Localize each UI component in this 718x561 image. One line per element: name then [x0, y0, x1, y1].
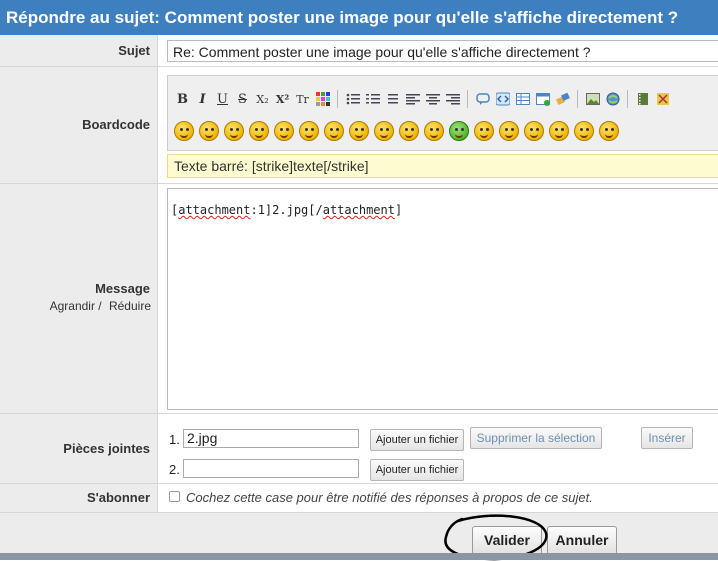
message-label: Message — [95, 281, 150, 296]
subject-row: Sujet Re: Comment poster une image pour … — [0, 35, 718, 67]
toolbar-divider — [337, 90, 338, 108]
boardcode-cell: B I U S X₂ X² Tr Texte barré: [strike]te… — [159, 67, 718, 183]
strike-button[interactable]: S — [234, 90, 251, 108]
attachments-row: Pièces jointes 1. 2.jpg Ajouter un fichi… — [0, 414, 718, 484]
superscript-label: X² — [275, 92, 290, 106]
subject-cell: Re: Comment poster une image pour qu'ell… — [159, 35, 718, 66]
remove-selection-button[interactable]: Supprimer la sélection — [470, 427, 602, 449]
add-file-button-1[interactable]: Ajouter un fichier — [370, 429, 464, 451]
smiley-icon[interactable] — [299, 121, 319, 141]
subscript-button[interactable]: X₂ — [254, 90, 271, 108]
attachment-index-1: 1. — [169, 432, 180, 447]
boardcode-toolbar: B I U S X₂ X² Tr — [167, 75, 718, 151]
msg-bracket: ] — [394, 203, 403, 217]
message-textarea[interactable]: [attachment:1]2.jpg[/attachment] — [167, 188, 718, 410]
underline-button[interactable]: U — [214, 90, 231, 108]
resize-grow-link[interactable]: Agrandir / — [50, 299, 102, 313]
align-left-icon[interactable] — [404, 90, 421, 108]
underline-label: U — [217, 91, 228, 107]
toolbar-divider — [577, 90, 578, 108]
toolbar-divider — [627, 90, 628, 108]
subscript-label: X₂ — [256, 92, 269, 106]
smiley-icon[interactable] — [549, 121, 569, 141]
smiley-icon[interactable] — [174, 121, 194, 141]
bold-button[interactable]: B — [174, 90, 191, 108]
bold-label: B — [177, 91, 188, 107]
resize-links: Agrandir / Réduire — [0, 299, 151, 313]
subscribe-row: S'abonner Cochez cette case pour être no… — [0, 484, 718, 513]
subject-label: Sujet — [0, 35, 158, 66]
smiley-icon[interactable] — [599, 121, 619, 141]
resize-shrink-link[interactable]: Réduire — [109, 299, 151, 313]
flash-icon[interactable] — [654, 90, 671, 108]
footer-bar — [0, 553, 718, 560]
attachment-index-2: 2. — [169, 462, 180, 477]
smiley-icon[interactable] — [349, 121, 369, 141]
color-grid-icon[interactable] — [314, 90, 331, 108]
font-size-label: Tr — [296, 92, 309, 106]
web-image-icon[interactable] — [604, 90, 621, 108]
insert-button[interactable]: Insérer — [641, 427, 693, 449]
italic-label: I — [199, 91, 206, 107]
quote-icon[interactable] — [474, 90, 491, 108]
page-title: Répondre au sujet: Comment poster une im… — [6, 8, 679, 27]
subscribe-cell: Cochez cette case pour être notifié des … — [159, 484, 718, 512]
smiley-icon[interactable] — [399, 121, 419, 141]
numbered-list-icon[interactable] — [364, 90, 381, 108]
window-icon[interactable] — [534, 90, 551, 108]
boardcode-label: Boardcode — [0, 67, 158, 183]
superscript-button[interactable]: X² — [274, 90, 291, 108]
boardcode-row: Boardcode B I U S X₂ X² Tr Texte barré: … — [0, 67, 718, 184]
smiley-icon[interactable] — [249, 121, 269, 141]
smiley-icon[interactable] — [524, 121, 544, 141]
link-icon[interactable] — [554, 90, 571, 108]
message-row: Message Agrandir / Réduire [attachment:1… — [0, 184, 718, 414]
smiley-icon[interactable] — [574, 121, 594, 141]
smiley-bar — [174, 120, 619, 142]
align-right-icon[interactable] — [444, 90, 461, 108]
attachments-label: Pièces jointes — [0, 414, 158, 483]
attachment-file-input-2[interactable] — [183, 459, 359, 478]
smiley-icon[interactable] — [449, 121, 469, 141]
smiley-icon[interactable] — [224, 121, 244, 141]
video-icon[interactable] — [634, 90, 651, 108]
attachment-file-input-1[interactable]: 2.jpg — [183, 429, 359, 448]
smiley-icon[interactable] — [199, 121, 219, 141]
italic-button[interactable]: I — [194, 90, 211, 108]
cancel-button[interactable]: Annuler — [547, 526, 617, 555]
smiley-icon[interactable] — [374, 121, 394, 141]
smiley-icon[interactable] — [324, 121, 344, 141]
message-cell: [attachment:1]2.jpg[/attachment] — [159, 184, 718, 413]
msg-tag: attachment — [322, 203, 395, 217]
subject-input[interactable]: Re: Comment poster une image pour qu'ell… — [167, 40, 718, 62]
format-toolbar: B I U S X₂ X² Tr — [174, 88, 671, 110]
page-header: Répondre au sujet: Comment poster une im… — [0, 0, 718, 35]
smiley-icon[interactable] — [474, 121, 494, 141]
toolbar-divider — [467, 90, 468, 108]
add-file-button-2[interactable]: Ajouter un fichier — [370, 459, 464, 481]
code-icon[interactable] — [494, 90, 511, 108]
bullet-list-icon[interactable] — [344, 90, 361, 108]
boardcode-hint: Texte barré: [strike]texte[/strike] — [167, 154, 718, 178]
smiley-icon[interactable] — [424, 121, 444, 141]
align-center-icon[interactable] — [424, 90, 441, 108]
attachments-cell: 1. 2.jpg Ajouter un fichier Supprimer la… — [159, 414, 718, 483]
msg-middle: :1]2.jpg[/ — [250, 203, 323, 217]
smiley-icon[interactable] — [274, 121, 294, 141]
strike-label: S — [238, 91, 247, 107]
font-size-button[interactable]: Tr — [294, 90, 311, 108]
image-icon[interactable] — [584, 90, 601, 108]
subscribe-checkbox[interactable] — [169, 491, 180, 502]
subscribe-label: S'abonner — [0, 484, 158, 512]
list-item-icon[interactable] — [384, 90, 401, 108]
subscribe-note: Cochez cette case pour être notifié des … — [186, 490, 593, 505]
table-icon[interactable] — [514, 90, 531, 108]
msg-tag: attachment — [178, 203, 251, 217]
message-label-cell: Message Agrandir / Réduire — [0, 184, 158, 413]
smiley-icon[interactable] — [499, 121, 519, 141]
